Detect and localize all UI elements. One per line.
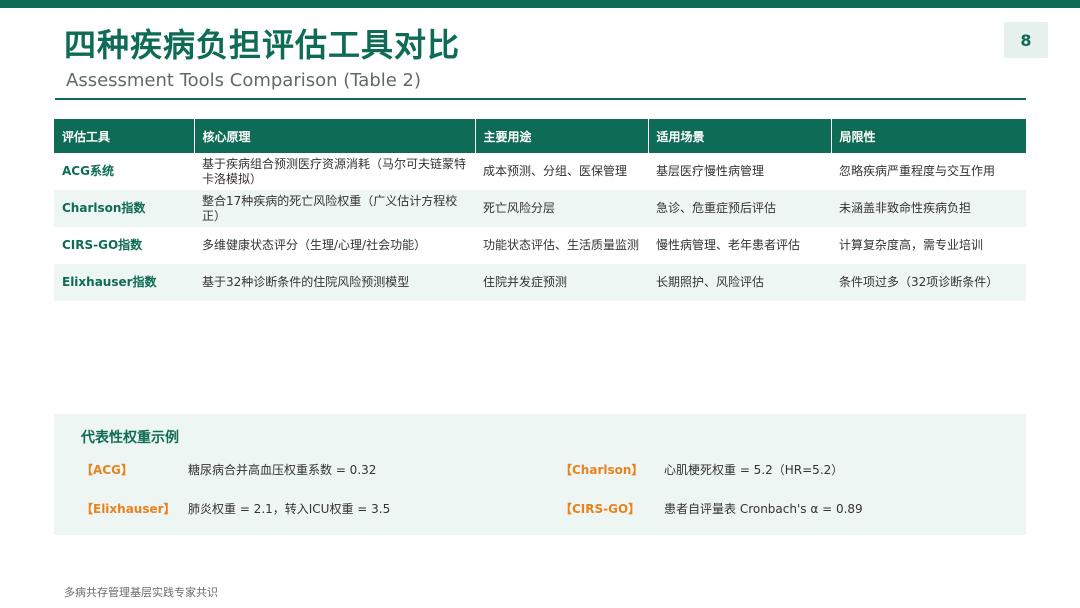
example-item: 【CIRS-GO】 [560,500,640,517]
example-text: 糖尿病合并高血压权重系数 = 0.32 [188,463,377,477]
table-cell: 急诊、危重症预后评估 [648,190,831,227]
table-cell: 成本预测、分组、医保管理 [483,164,628,178]
table-header-cell: 局限性 [831,119,1026,153]
example-tag: 【Elixhauser】 [81,502,176,516]
title-divider [55,98,1026,100]
table-cell: 多维健康状态评分（生理/心理/社会功能） [202,238,427,252]
table-row: ACG系统 基于疾病组合预测医疗资源消耗（马尔可夫链蒙特卡洛模拟） 成本预测、分… [54,153,1026,190]
tool-name-cell: Charlson指数 [54,190,194,227]
examples-title: 代表性权重示例 [81,430,179,446]
table-cell: 未涵盖非致命性疾病负担 [831,190,1026,227]
example-text: 患者自评量表 Cronbach's α = 0.89 [664,502,863,516]
table-cell: 基层医疗慢性病管理 [656,164,765,178]
table-row: Charlson指数 整合17种疾病的死亡风险权重（广义估计方程校正） 死亡风险… [54,190,1026,227]
example-item: 【Elixhauser】 [81,500,176,517]
table-cell: 计算复杂度高，需专业培训 [839,238,984,252]
table-cell: 慢性病管理、老年患者评估 [656,238,801,252]
tool-name-cell: ACG系统 [62,164,114,178]
table-cell: 基于疾病组合预测医疗资源消耗（马尔可夫链蒙特卡洛模拟） [202,156,467,186]
table-cell: 住院并发症预测 [475,264,648,301]
example-tag: 【Charlson】 [560,463,644,477]
table-cell: 长期照护、风险评估 [648,264,831,301]
comparison-table: 评估工具 核心原理 主要用途 适用场景 局限性 ACG系统 基于疾病组合预测医疗… [54,119,1026,301]
example-tag: 【CIRS-GO】 [560,502,641,516]
table-cell: 整合17种疾病的死亡风险权重（广义估计方程校正） [194,190,475,227]
tool-name-cell: Elixhauser指数 [54,264,194,301]
table-header-cell: 评估工具 [54,119,195,153]
table-header-row: 评估工具 核心原理 主要用途 适用场景 局限性 [54,119,1026,153]
example-text: 肺炎权重 = 2.1，转入ICU权重 = 3.5 [188,502,391,516]
example-item: 【ACG】 [81,461,133,478]
table-cell: 死亡风险分层 [475,190,648,227]
page-number-badge: 8 [1004,22,1048,58]
slide-title: 四种疾病负担评估工具对比 [64,26,461,64]
table-row: Elixhauser指数 基于32种诊断条件的住院风险预测模型 住院并发症预测 … [54,264,1026,301]
example-text: 心肌梗死权重 = 5.2（HR=5.2） [664,463,844,477]
table-cell: 忽略疾病严重程度与交互作用 [839,164,996,178]
top-accent-bar [0,0,1080,8]
tool-name-cell: CIRS-GO指数 [62,238,143,252]
example-tag: 【ACG】 [81,463,133,477]
table-header-cell: 适用场景 [648,119,832,153]
table-row: CIRS-GO指数 多维健康状态评分（生理/心理/社会功能） 功能状态评估、生活… [54,227,1026,264]
table-cell: 功能状态评估、生活质量监测 [483,238,640,252]
table-header-cell: 核心原理 [194,119,476,153]
footer-source: 多病共存管理基层实践专家共识 [64,586,218,599]
table-cell: 基于32种诊断条件的住院风险预测模型 [194,264,475,301]
weight-examples-panel: 代表性权重示例 【ACG】 糖尿病合并高血压权重系数 = 0.32 【Charl… [54,414,1026,535]
table-cell: 条件项过多（32项诊断条件） [831,264,1026,301]
example-item: 【Charlson】 [560,461,643,478]
table-header-cell: 主要用途 [475,119,649,153]
slide-subtitle: Assessment Tools Comparison (Table 2) [66,70,422,91]
slide: 四种疾病负担评估工具对比 Assessment Tools Comparison… [0,0,1080,608]
